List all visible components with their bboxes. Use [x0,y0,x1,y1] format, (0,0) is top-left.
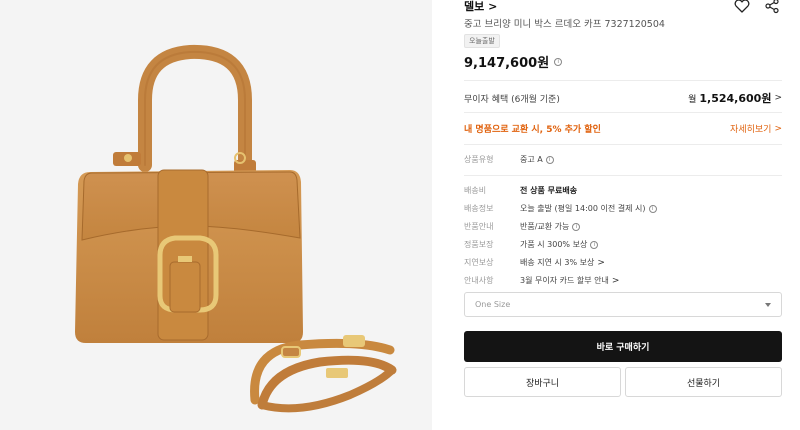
installment-label: 무이자 혜택 (6개월 기준) [464,94,560,105]
promo-link[interactable]: 자세히보기 > [730,122,782,136]
info-icon[interactable]: i [545,155,554,164]
info-icon[interactable]: i [590,240,599,249]
condition-key: 상품유형 [464,155,494,164]
chevron-right-icon: > [611,275,620,286]
product-image-panel [0,0,432,430]
detail-key: 지연보상 [464,258,494,267]
share-icon[interactable] [764,0,780,14]
installment-row[interactable]: 무이자 혜택 (6개월 기준) 월 1,524,600원 > [464,90,782,106]
detail-value: 3월 무이자 카드 할부 안내 > [520,275,619,286]
trade-in-promo-row[interactable]: 내 명품으로 교환 시, 5% 추가 할인 자세히보기 > [464,122,782,136]
product-price: 9,147,600원 [464,56,550,71]
detail-key: 배송정보 [464,204,494,213]
heart-icon[interactable] [734,0,750,14]
status-badge: 오늘출발 [464,34,500,48]
divider [464,80,782,81]
chevron-down-icon [765,302,771,307]
chevron-right-icon: > [774,123,782,134]
installment-value: 월 1,524,600원 > [688,90,782,106]
detail-key: 배송비 [464,186,487,195]
product-info-panel: 델보 > 중고 브리양 미니 박스 르데오 카프 7327120504 오늘출발… [464,0,782,430]
detail-value: 가품 시 300% 보상 i [520,239,599,250]
detail-value: 전 상품 무료배송 [520,186,578,195]
info-icon[interactable]: i [572,222,581,231]
info-icon[interactable]: i [554,57,563,66]
product-image [75,44,397,413]
detail-key: 반품안내 [464,222,494,231]
buy-now-button[interactable]: 바로 구매하기 [464,331,782,362]
installment-amount: 1,524,600원 [699,92,772,105]
detail-row-returns: 반품안내 반품/교환 가능 i [464,221,782,232]
divider [464,112,782,113]
detail-value: 오늘 출발 (평일 14:00 이전 결제 시) i [520,203,657,214]
detail-row-shipping-fee: 배송비 전 상품 무료배송 [464,185,782,196]
detail-value: 배송 지연 시 3% 보상 > [520,257,605,268]
promo-label: 내 명품으로 교환 시, 5% 추가 할인 [464,125,601,135]
condition-value: 중고 A i [520,154,554,165]
detail-row-notice[interactable]: 안내사항 3월 무이자 카드 할부 안내 > [464,275,782,286]
condition-grade: 중고 A [520,155,543,164]
brand-name: 델보 [464,0,485,13]
gift-button[interactable]: 선물하기 [625,367,782,397]
chevron-right-icon: > [597,257,605,268]
divider [464,175,782,176]
detail-row-authenticity: 정품보장 가품 시 300% 보상 i [464,239,782,250]
chevron-right-icon: > [488,0,498,13]
detail-value: 반품/교환 가능 i [520,221,581,232]
detail-value-text: 오늘 출발 (평일 14:00 이전 결제 시) [520,204,646,213]
product-name: 중고 브리양 미니 박스 르데오 카프 7327120504 [464,19,665,30]
detail-value-text: 가품 시 300% 보상 [520,240,588,249]
detail-key: 정품보장 [464,240,494,249]
detail-key: 안내사항 [464,276,494,285]
condition-row: 상품유형 중고 A i [464,154,782,165]
chevron-right-icon: > [774,93,782,103]
add-to-cart-button[interactable]: 장바구니 [464,367,621,397]
detail-row-delay-compensation[interactable]: 지연보상 배송 지연 시 3% 보상 > [464,257,782,268]
top-action-icons [734,0,780,14]
info-icon[interactable]: i [648,204,657,213]
detail-row-shipping-info: 배송정보 오늘 출발 (평일 14:00 이전 결제 시) i [464,203,782,214]
size-select[interactable]: One Size [464,292,782,317]
brand-link[interactable]: 델보 > [464,0,497,14]
size-select-value: One Size [475,300,511,309]
detail-value-text: 반품/교환 가능 [520,222,570,231]
detail-value-text: 3월 무이자 카드 할부 안내 [520,276,609,285]
detail-value-text: 배송 지연 시 3% 보상 [520,258,595,267]
product-price-row: 9,147,600원 i [464,52,563,71]
divider [464,144,782,145]
promo-link-text: 자세히보기 [730,125,772,135]
installment-prefix: 월 [688,94,697,105]
